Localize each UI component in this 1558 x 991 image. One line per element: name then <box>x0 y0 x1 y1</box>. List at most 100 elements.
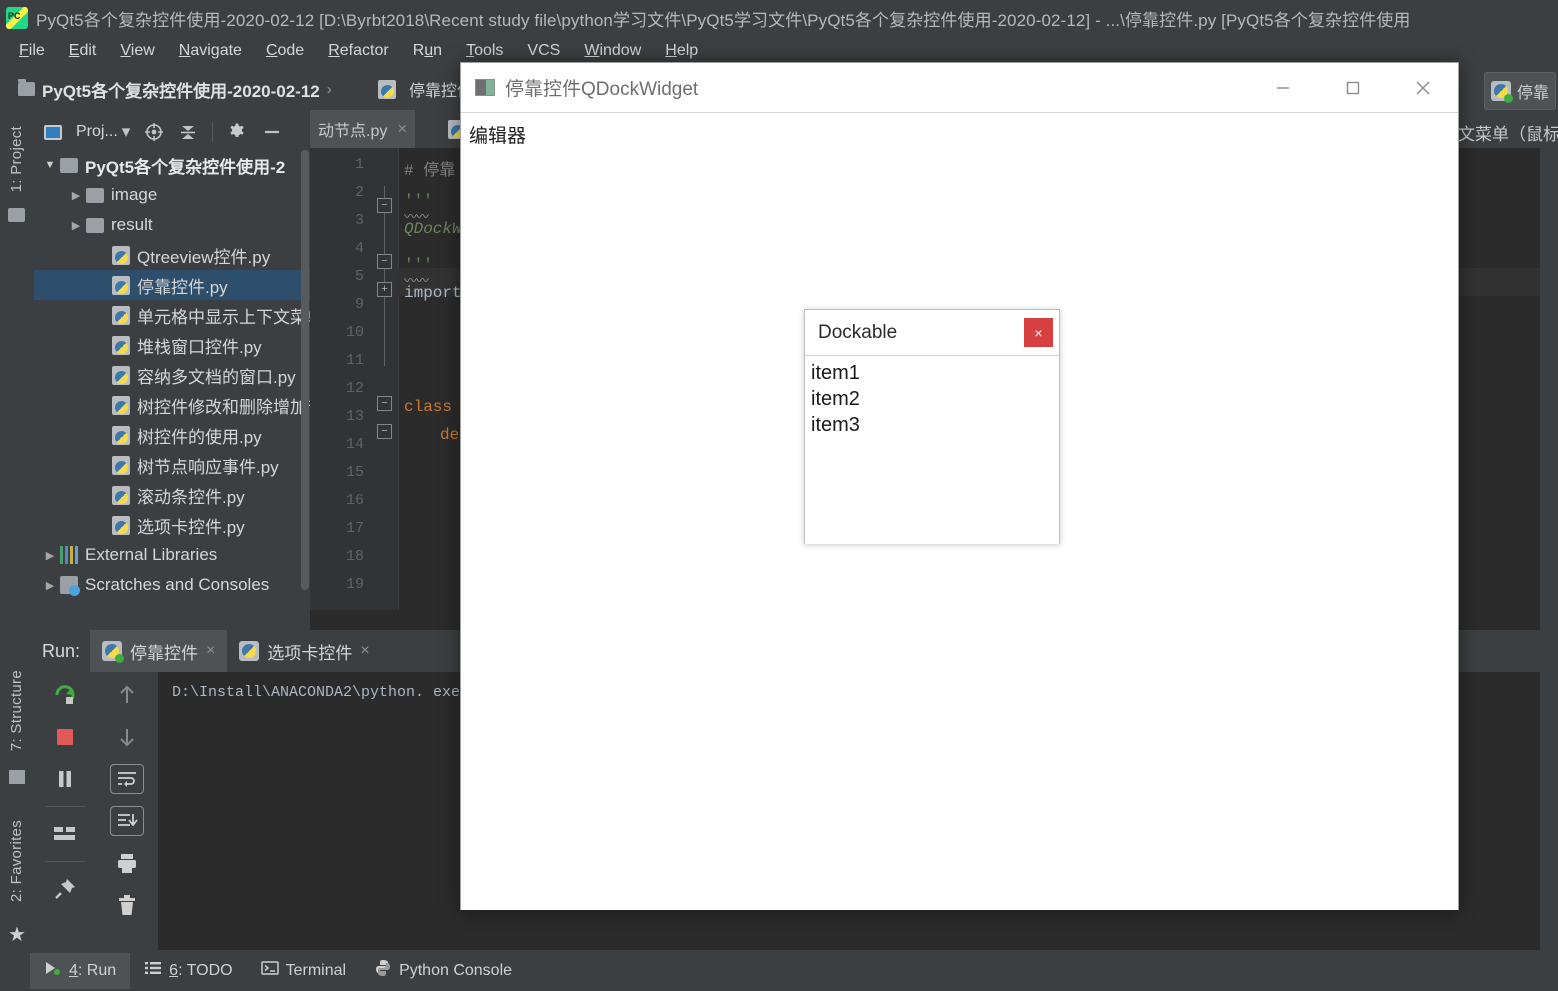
qt-window-titlebar[interactable]: 停靠控件QDockWidget <box>461 63 1458 113</box>
locate-icon[interactable] <box>144 122 164 142</box>
chevron-right-icon[interactable]: ▶ <box>40 549 60 562</box>
tree-row[interactable]: ▶ result <box>34 210 310 240</box>
fold-collapse-icon[interactable]: − <box>377 396 392 411</box>
code-line-12: de <box>440 426 460 444</box>
tree-row-label: 停靠控件.py <box>137 277 228 297</box>
menu-item-navigate[interactable]: Navigate <box>168 39 253 63</box>
print-icon[interactable] <box>110 848 144 878</box>
soft-wrap-icon[interactable] <box>110 764 144 794</box>
dock-close-button[interactable]: × <box>1024 318 1053 347</box>
editor-gutter: 1 2 3 4 5 9 10 11 12 13 14 15 16 17 18 19 <box>310 148 372 610</box>
python-icon <box>112 515 130 535</box>
stop-icon[interactable] <box>48 722 82 752</box>
line-number: 11 <box>345 352 364 369</box>
fold-collapse-icon[interactable]: − <box>377 254 392 269</box>
tree-row[interactable]: 滚动条控件.py <box>34 480 310 510</box>
list-item[interactable]: item3 <box>809 412 1059 438</box>
tree-row[interactable]: 树控件修改和删除增加节 <box>34 390 310 420</box>
chevron-right-icon[interactable]: ▶ <box>40 579 60 592</box>
editor-tab-label: 动节点.py <box>318 123 388 140</box>
editor-tab-active[interactable]: 动节点.py × <box>310 110 416 148</box>
right-editor-tab[interactable]: 停靠 <box>1484 72 1557 110</box>
menu-item-tools[interactable]: Tools <box>455 39 514 63</box>
dock-widget-titlebar[interactable]: Dockable × <box>805 310 1059 356</box>
sidebar-item-project[interactable]: 1: Project <box>8 126 25 192</box>
up-arrow-icon[interactable] <box>110 680 144 710</box>
chevron-right-icon[interactable]: ▶ <box>66 219 86 232</box>
tree-row[interactable]: ▶ External Libraries <box>34 540 310 570</box>
python-icon <box>112 365 130 385</box>
tree-row-label: 选项卡控件.py <box>137 517 245 537</box>
line-number: 14 <box>345 436 364 453</box>
menu-item-view[interactable]: View <box>109 39 165 63</box>
pin-icon[interactable] <box>48 874 82 904</box>
statusbar-item-run[interactable]: 4: Run <box>30 952 131 989</box>
run-tab-0[interactable]: 停靠控件 × <box>90 630 228 672</box>
project-view-label[interactable]: Proj... <box>76 123 118 141</box>
chevron-right-icon[interactable]: ▶ <box>66 189 86 202</box>
menu-item-code[interactable]: Code <box>255 39 315 63</box>
sidebar-item-structure[interactable]: 7: Structure <box>8 670 25 751</box>
menu-item-help[interactable]: Help <box>654 39 709 63</box>
qt-main-window[interactable]: 停靠控件QDockWidget 编辑器 Dockable × item1 ite… <box>460 62 1459 910</box>
python-icon <box>112 455 130 475</box>
close-button[interactable] <box>1388 63 1458 113</box>
menu-item-vcs[interactable]: VCS <box>516 39 571 63</box>
list-item[interactable]: item2 <box>809 386 1059 412</box>
tree-row[interactable]: 树节点响应事件.py <box>34 450 310 480</box>
chevron-down-icon[interactable]: ▾ <box>122 122 131 142</box>
rerun-icon[interactable] <box>48 680 82 710</box>
menu-item-file[interactable]: File <box>8 39 56 63</box>
settings-gear-icon[interactable] <box>227 122 247 142</box>
structure-strip-icon <box>9 770 25 784</box>
tree-row[interactable]: 单元格中显示上下文菜单 <box>34 300 310 330</box>
down-arrow-icon[interactable] <box>110 722 144 752</box>
project-panel-toolbar: Proj... ▾ <box>34 112 310 152</box>
minimize-button[interactable] <box>1248 63 1318 113</box>
close-icon[interactable]: × <box>397 119 407 139</box>
dock-widget-list[interactable]: item1 item2 item3 <box>805 356 1059 544</box>
menu-item-edit[interactable]: Edit <box>58 39 108 63</box>
editor-fold-column[interactable]: − − + − − <box>372 148 398 610</box>
layout-icon[interactable] <box>48 819 82 849</box>
maximize-button[interactable] <box>1318 63 1388 113</box>
tree-scrollbar[interactable] <box>301 150 309 620</box>
statusbar-item-terminal[interactable]: Terminal <box>247 953 360 989</box>
dock-widget[interactable]: Dockable × item1 item2 item3 <box>804 309 1060 544</box>
tree-row[interactable]: ▶ image <box>34 180 310 210</box>
list-item[interactable]: item1 <box>809 360 1059 386</box>
tree-row[interactable]: ▼ PyQt5各个复杂控件使用-2 <box>34 150 310 180</box>
fold-collapse-icon[interactable]: − <box>377 424 392 439</box>
project-view-icon[interactable] <box>44 124 62 140</box>
close-icon[interactable]: × <box>360 642 369 660</box>
tree-row[interactable]: 选项卡控件.py <box>34 510 310 540</box>
statusbar-item-todo[interactable]: 6: TODO <box>130 953 246 989</box>
tree-row[interactable]: 树控件的使用.py <box>34 420 310 450</box>
trash-icon[interactable] <box>110 890 144 920</box>
breadcrumb-project[interactable]: PyQt5各个复杂控件使用-2020-02-12 <box>42 77 320 102</box>
statusbar-item-python-console[interactable]: Python Console <box>360 953 526 989</box>
menu-item-window[interactable]: Window <box>573 39 652 63</box>
project-tree[interactable]: ▼ PyQt5各个复杂控件使用-2 ▶ image ▶ result Qtreeview控件… <box>34 150 310 630</box>
right-tab-label: 停靠 <box>1517 85 1550 102</box>
chevron-down-icon[interactable]: ▼ <box>40 159 60 171</box>
right-tool-strip <box>1540 110 1558 950</box>
fold-collapse-icon[interactable]: − <box>377 198 392 213</box>
tree-row[interactable]: 容纳多文档的窗口.py <box>34 360 310 390</box>
hide-panel-icon[interactable] <box>261 122 283 142</box>
tree-row[interactable]: 停靠控件.py <box>34 270 310 300</box>
pause-icon[interactable] <box>48 764 82 794</box>
collapse-all-icon[interactable] <box>178 122 198 142</box>
menu-item-refactor[interactable]: Refactor <box>317 39 399 63</box>
tree-row[interactable]: ▶ Scratches and Consoles <box>34 570 310 600</box>
menu-item-run[interactable]: Run <box>402 39 453 63</box>
fold-expand-icon[interactable]: + <box>377 282 392 297</box>
tree-row[interactable]: 堆栈窗口控件.py <box>34 330 310 360</box>
scroll-to-end-icon[interactable] <box>110 806 144 836</box>
close-icon[interactable]: × <box>206 642 215 660</box>
sidebar-item-favorites[interactable]: 2: Favorites <box>8 820 25 902</box>
line-number: 9 <box>354 296 364 313</box>
tree-row[interactable]: Qtreeview控件.py <box>34 240 310 270</box>
run-tab-1[interactable]: 选项卡控件 × <box>227 630 381 672</box>
pycharm-logo-icon <box>6 7 28 29</box>
